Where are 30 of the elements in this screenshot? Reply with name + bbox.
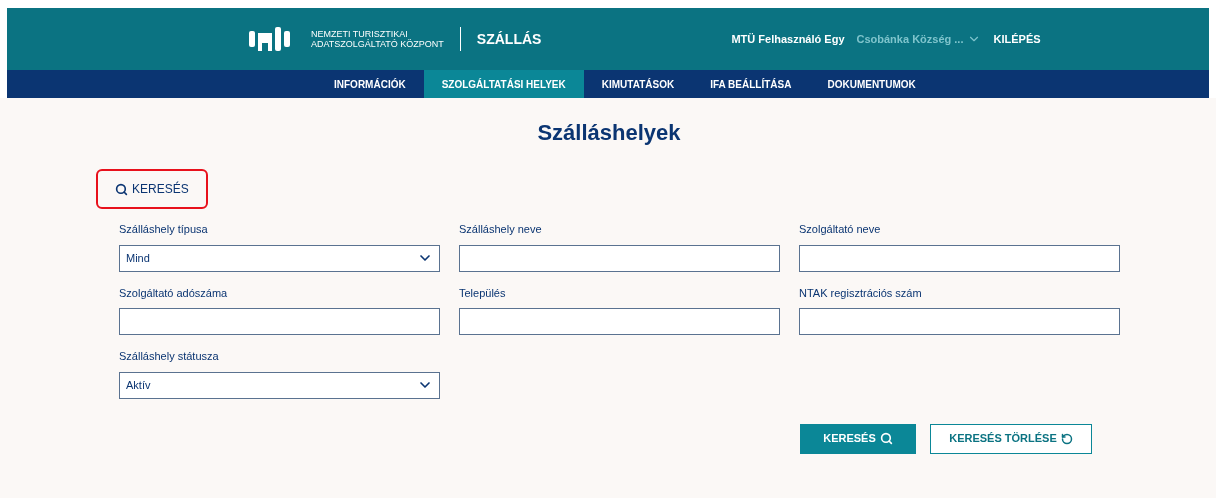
nav-tab[interactable]: IFA BEÁLLÍTÁSA: [692, 70, 810, 98]
reset-icon: [1060, 432, 1073, 445]
input-field[interactable]: [799, 244, 1120, 272]
search-icon: [115, 182, 128, 196]
nav-tab[interactable]: DOKUMENTUMOK: [809, 70, 934, 98]
input-field[interactable]: [459, 308, 780, 335]
clear-search-button[interactable]: KERESÉS TÖRLÉSE: [930, 423, 1092, 454]
field-label: NTAK regisztrációs szám: [799, 285, 923, 301]
input-field[interactable]: [799, 308, 1120, 335]
search-icon: [879, 432, 893, 445]
nav-tab[interactable]: INFORMÁCIÓK: [316, 70, 424, 98]
select-field[interactable]: Mind: [119, 244, 440, 272]
field-label: Szálláshely státusza: [119, 349, 220, 364]
field-label: Szálláshely típusa: [119, 222, 209, 237]
logo-text: NEMZETI TURISZTIKAI ADATSZOLGÁLTATÓ KÖZPONT: [311, 29, 444, 49]
nav-tab[interactable]: KIMUTATÁSOK: [583, 70, 693, 98]
app-title: SZÁLLÁS: [476, 30, 542, 49]
input-field[interactable]: [119, 308, 440, 335]
field-label: Település: [459, 285, 507, 301]
search-toggle[interactable]: KERESÉS: [96, 169, 208, 209]
page-title: Szálláshelyek: [536, 119, 682, 147]
select-field[interactable]: Aktív: [119, 371, 440, 399]
field-label: Szolgáltató neve: [799, 222, 882, 237]
user-name: MTÜ Felhasználó Egy: [731, 31, 845, 47]
search-button[interactable]: KERESÉS: [800, 423, 916, 454]
input-field[interactable]: [459, 244, 780, 272]
field-label: Szálláshely neve: [459, 222, 543, 237]
logout-link[interactable]: KILÉPÉS: [993, 30, 1041, 48]
nav-tab[interactable]: SZOLGÁLTATÁSI HELYEK: [423, 70, 584, 98]
field-label: Szolgáltató adószáma: [119, 285, 229, 301]
